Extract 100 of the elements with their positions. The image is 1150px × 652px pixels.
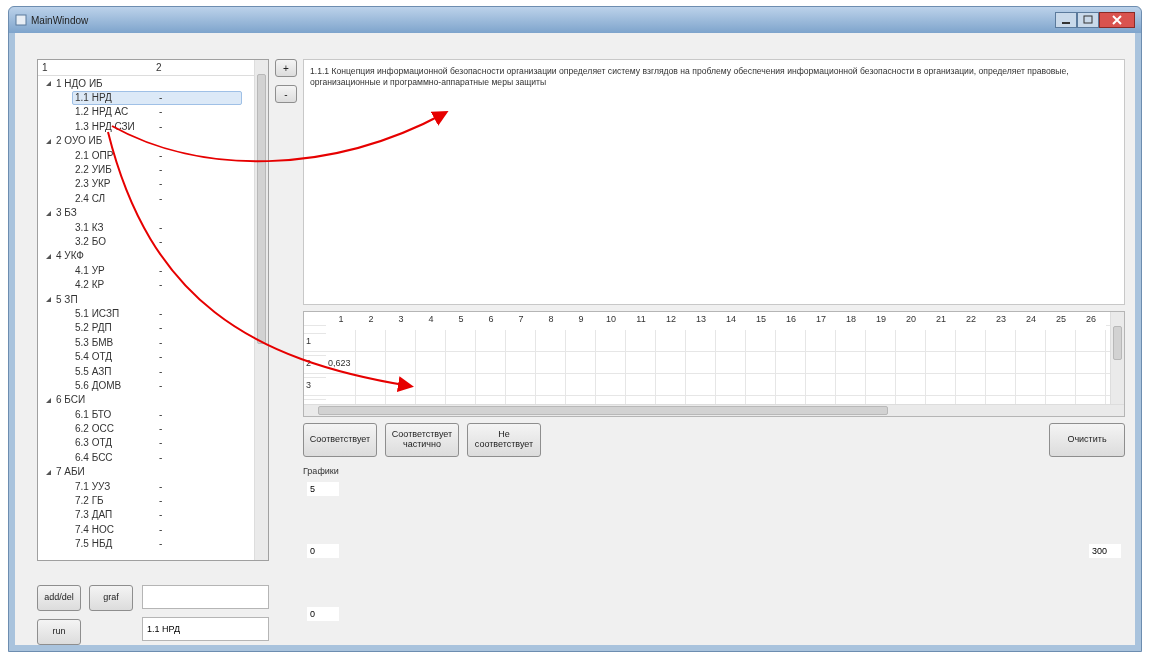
column-header[interactable]: 14: [716, 312, 746, 330]
tree-cell-text: -: [159, 105, 163, 120]
answer-button[interactable]: Не соответствует: [467, 423, 541, 457]
tree-row[interactable]: 1.1 НРД -: [72, 90, 242, 105]
scrollbar[interactable]: [304, 404, 1124, 416]
tree-row[interactable]: 2.2 УИБ -: [72, 162, 242, 177]
answer-button[interactable]: Соответствует: [303, 423, 377, 457]
row-header[interactable]: 2: [304, 356, 326, 378]
column-header[interactable]: 4: [416, 312, 446, 330]
tree-row[interactable]: 7.5 НБД -: [72, 536, 242, 551]
description-text[interactable]: 1.1.1 Концепция информационной безопасности организации определяет систему взглядов на проблему обеспечения информационной безопасности в организации, определяет правовые, организационные и программно-аппаратные меры защиты: [303, 59, 1125, 305]
row-header[interactable]: 3: [304, 378, 326, 400]
tree-item[interactable]: 5 ЗП: [56, 291, 78, 307]
column-header[interactable]: 23: [986, 312, 1016, 330]
axis-max-field[interactable]: 300: [1089, 543, 1121, 558]
tree-row[interactable]: 5.3 БМВ -: [72, 335, 242, 350]
column-header[interactable]: 3: [386, 312, 416, 330]
minimize-icon[interactable]: [1055, 12, 1077, 28]
column-header[interactable]: 24: [1016, 312, 1046, 330]
row-header[interactable]: 1: [304, 334, 326, 356]
column-header[interactable]: 13: [686, 312, 716, 330]
column-header[interactable]: 2: [156, 60, 162, 75]
scrollbar[interactable]: [254, 60, 268, 560]
tree-item-label: 7.4 НОС: [74, 522, 115, 537]
app-icon: [15, 14, 27, 26]
tree-row[interactable]: 4.1 УР -: [72, 263, 242, 278]
clear-button[interactable]: Очистить: [1049, 423, 1125, 457]
tree-row[interactable]: 2.3 УКР -: [72, 176, 242, 191]
axis-min-field[interactable]: 0: [307, 606, 339, 621]
tree-item[interactable]: 1 НДО ИБ: [56, 75, 103, 91]
tree-row[interactable]: 7.1 УУЗ -: [72, 479, 242, 494]
tree-row[interactable]: 7.4 НОС -: [72, 522, 242, 537]
column-header[interactable]: 8: [536, 312, 566, 330]
tree-row[interactable]: 2.4 СЛ -: [72, 191, 242, 206]
action-button[interactable]: graf: [89, 585, 133, 611]
tree-item[interactable]: 3 БЗ: [56, 205, 77, 221]
tree-row[interactable]: 7.2 ГБ -: [72, 493, 242, 508]
column-header[interactable]: 12: [656, 312, 686, 330]
tree-row[interactable]: 5.6 ДОМВ -: [72, 378, 242, 393]
tool-button[interactable]: +: [275, 59, 297, 77]
tree-item[interactable]: 4 УКФ: [56, 248, 84, 264]
column-header[interactable]: 15: [746, 312, 776, 330]
tree-row[interactable]: 4.2 КР -: [72, 277, 242, 292]
tree-row[interactable]: 2.1 ОПР -: [72, 148, 242, 163]
column-header[interactable]: 21: [926, 312, 956, 330]
text-field[interactable]: [142, 585, 269, 609]
tree-item[interactable]: 6 БСИ: [56, 392, 86, 408]
close-icon[interactable]: [1099, 12, 1135, 28]
column-header[interactable]: 25: [1046, 312, 1076, 330]
tree-item[interactable]: 7 АБИ: [56, 464, 85, 480]
column-header[interactable]: 19: [866, 312, 896, 330]
tree-item-label: 7.1 УУЗ: [74, 479, 112, 494]
tree-row[interactable]: 6.2 ОСС -: [72, 421, 242, 436]
tree-row[interactable]: 5.1 ИСЗП -: [72, 306, 242, 321]
tree-row[interactable]: 3.2 БО -: [72, 234, 242, 249]
answer-button[interactable]: Соответствует частично: [385, 423, 459, 457]
text-field[interactable]: 1.1 НРД: [142, 617, 269, 641]
tree-row[interactable]: 6.3 ОТД -: [72, 435, 242, 450]
scrollbar[interactable]: [1110, 312, 1124, 404]
tree-row[interactable]: 5.5 АЗП -: [72, 364, 242, 378]
tree-row[interactable]: 5.4 ОТД -: [72, 349, 242, 364]
expanded-arrow-icon[interactable]: [44, 79, 52, 88]
tree-row[interactable]: 1.2 НРД АС -: [72, 104, 242, 119]
column-header[interactable]: 10: [596, 312, 626, 330]
column-header[interactable]: 26: [1076, 312, 1106, 330]
column-header[interactable]: 20: [896, 312, 926, 330]
column-header[interactable]: 16: [776, 312, 806, 330]
column-header[interactable]: 6: [476, 312, 506, 330]
tree-row[interactable]: 6.4 БСС -: [72, 450, 242, 465]
column-header[interactable]: 2: [356, 312, 386, 330]
action-button[interactable]: add/del: [37, 585, 81, 611]
expanded-arrow-icon[interactable]: [44, 295, 52, 304]
column-header[interactable]: 22: [956, 312, 986, 330]
column-header[interactable]: 5: [446, 312, 476, 330]
tree-cell-text: -: [159, 278, 163, 293]
tree-item-label: 1.1 НРД: [74, 91, 113, 106]
tree-item-label: 5.3 БМВ: [74, 335, 115, 350]
tree-item-label: 2.1 ОПР: [74, 148, 115, 163]
axis-min-field[interactable]: 0: [307, 543, 339, 558]
tree-row[interactable]: 3.1 КЗ -: [72, 220, 242, 235]
column-header[interactable]: 7: [506, 312, 536, 330]
column-header[interactable]: 11: [626, 312, 656, 330]
column-header[interactable]: 1: [326, 312, 356, 330]
column-header[interactable]: 1: [38, 60, 156, 75]
tree-cell-text: -: [159, 119, 163, 134]
column-header[interactable]: 18: [836, 312, 866, 330]
column-header[interactable]: 9: [566, 312, 596, 330]
tree-item[interactable]: 2 ОУО ИБ: [56, 133, 103, 149]
tree-row[interactable]: 5.2 РДП -: [72, 320, 242, 335]
tree-item-label: 5.2 РДП: [74, 321, 113, 336]
tree-item-label: 2.3 УКР: [74, 177, 112, 192]
tree-cell-text: -: [159, 220, 163, 235]
tool-button[interactable]: -: [275, 85, 297, 103]
window-title: MainWindow: [31, 13, 89, 28]
tree-item-label: 4.2 КР: [74, 278, 106, 293]
column-header[interactable]: 17: [806, 312, 836, 330]
tree-row[interactable]: 7.3 ДАП -: [72, 507, 242, 522]
axis-max-field[interactable]: 5: [307, 481, 339, 496]
action-button[interactable]: run: [37, 619, 81, 645]
tree-row[interactable]: 6.1 БТО -: [72, 407, 242, 422]
